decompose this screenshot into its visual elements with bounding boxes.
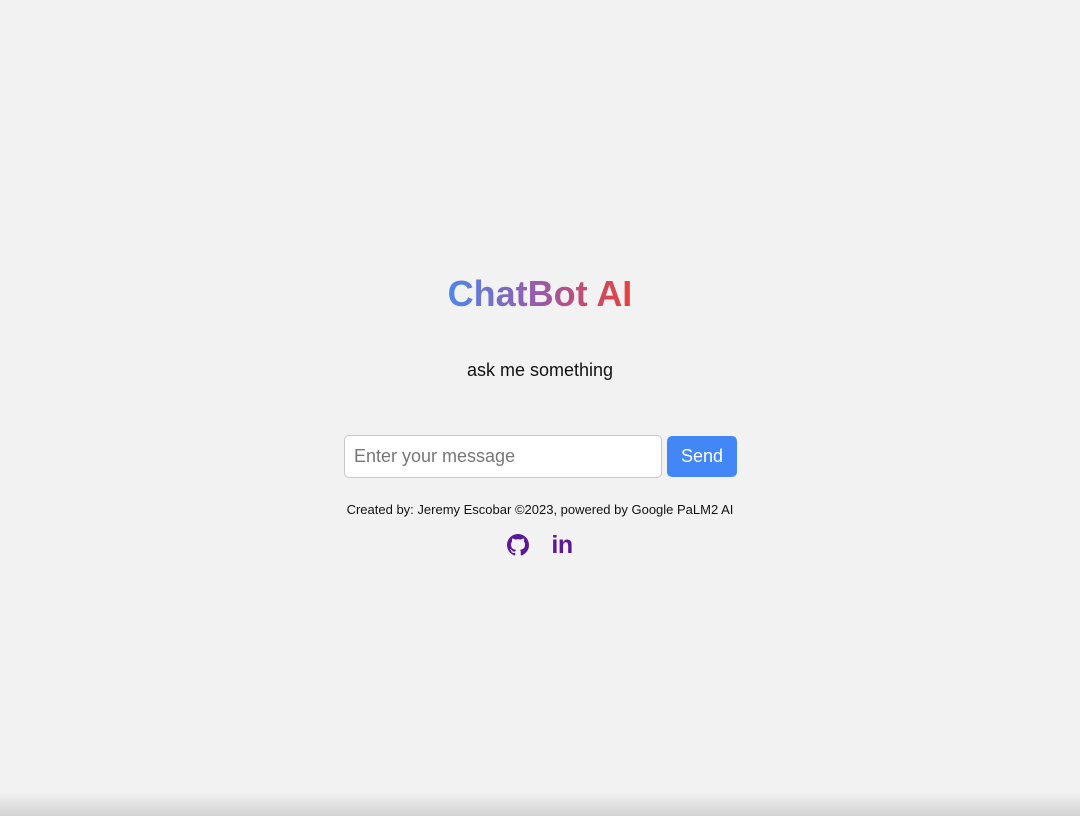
send-button[interactable]: Send [667, 436, 737, 477]
page-subtitle: ask me something [466, 360, 614, 380]
message-input[interactable] [344, 435, 662, 478]
linkedin-link[interactable]: in [550, 531, 574, 559]
page-title: ChatBot AI [0, 272, 1080, 316]
page-title-text: ChatBot AI [447, 273, 633, 314]
linkedin-icon: in [551, 531, 573, 559]
github-icon [507, 534, 529, 556]
message-form: Send [344, 435, 737, 478]
social-links: in [0, 531, 1080, 559]
github-link[interactable] [506, 531, 530, 559]
bottom-shadow [0, 792, 1080, 816]
credits-text: Created by: Jeremy Escobar ©2023, powere… [346, 502, 734, 517]
